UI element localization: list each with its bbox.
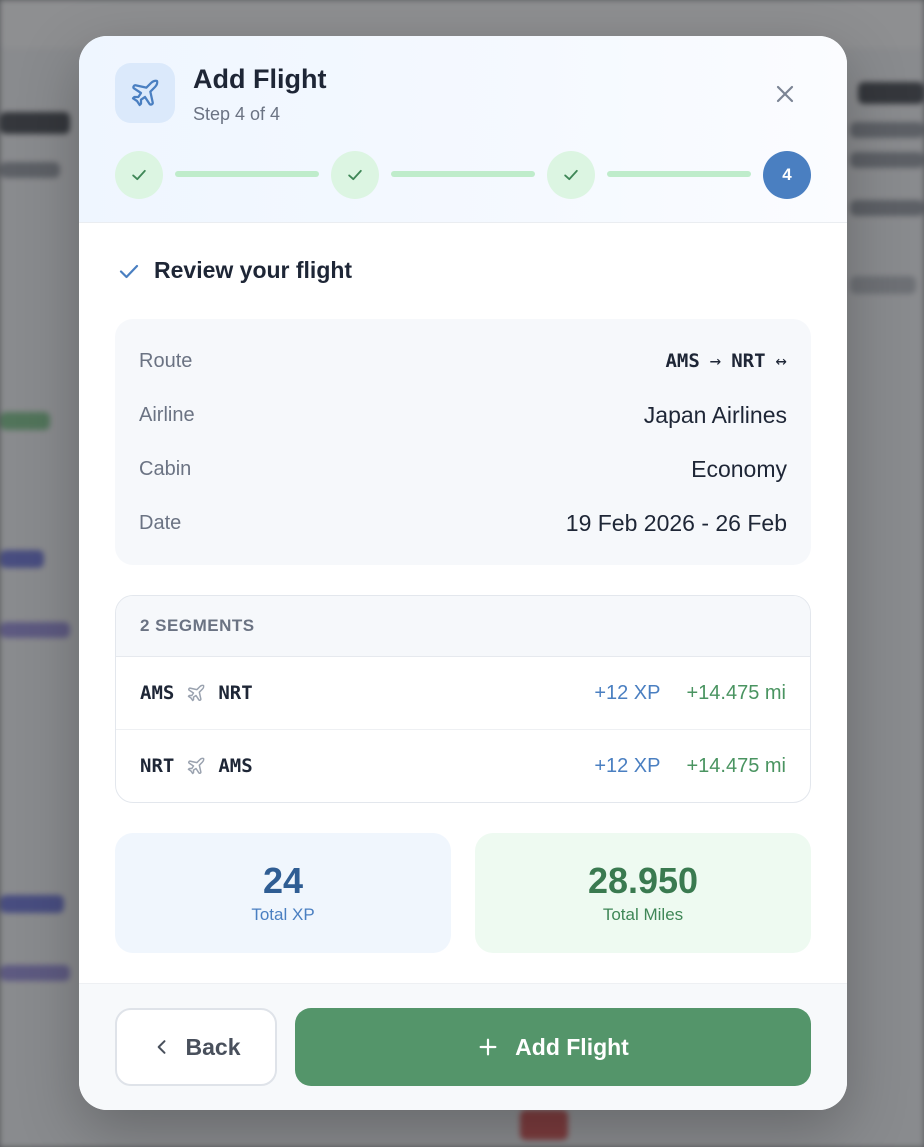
step-3-complete: [547, 151, 595, 199]
summary-row-date: Date 19 Feb 2026 - 26 Feb: [139, 508, 787, 538]
total-xp-card: 24 Total XP: [115, 833, 451, 953]
step-connector: [391, 171, 535, 177]
date-value: 19 Feb 2026 - 26 Feb: [565, 509, 787, 536]
total-miles-value: 28.950: [587, 860, 699, 901]
step-connector: [607, 171, 751, 177]
review-title: Review your flight: [154, 257, 353, 283]
segment-stats: +12 XP +14.475 mi: [594, 755, 786, 778]
step-1-complete: [115, 151, 163, 199]
add-flight-modal: Add Flight Step 4 of 4 4 Review your fli…: [79, 36, 847, 1110]
modal-header: Add Flight Step 4 of 4 4: [79, 36, 847, 223]
segment-from: AMS: [140, 682, 175, 704]
segment-miles: +14.475 mi: [686, 754, 786, 777]
segment-to: NRT: [218, 682, 253, 704]
chevron-left-icon: [157, 1040, 165, 1054]
add-flight-button-label: Add Flight: [515, 1033, 629, 1060]
check-icon: [117, 259, 141, 288]
plane-connection-icon: [188, 684, 205, 702]
summary-row-airline: Airline Japan Airlines: [139, 400, 787, 430]
airline-value: Japan Airlines: [643, 401, 787, 428]
plane-icon: [115, 63, 175, 123]
check-icon: [564, 169, 578, 181]
total-xp-label: Total XP: [251, 905, 315, 924]
airline-label: Airline: [139, 403, 195, 426]
check-icon: [348, 169, 362, 181]
total-miles-card: 28.950 Total Miles: [475, 833, 811, 953]
date-label: Date: [139, 511, 182, 534]
route-label: Route: [139, 349, 193, 372]
cabin-value: Economy: [691, 455, 787, 482]
plane-connection-icon: [188, 757, 205, 775]
summary-row-route: Route AMS → NRT ↔: [139, 346, 787, 376]
segment-to: AMS: [218, 755, 253, 777]
route-to: NRT: [731, 350, 766, 372]
segment-miles: +14.475 mi: [686, 681, 786, 704]
total-miles-label: Total Miles: [602, 905, 684, 924]
arrow-right-icon: →: [709, 350, 722, 372]
segment-route: AMS NRT: [140, 682, 253, 704]
add-flight-button[interactable]: Add Flight: [295, 1008, 811, 1086]
segment-from: NRT: [140, 755, 175, 777]
plus-icon: [479, 1038, 497, 1056]
step-2-complete: [331, 151, 379, 199]
roundtrip-icon: ↔: [775, 350, 787, 372]
back-button[interactable]: Back: [115, 1008, 277, 1086]
route-value: AMS → NRT ↔: [665, 350, 787, 372]
step-connector: [175, 171, 319, 177]
total-xp-value: 24: [262, 860, 304, 901]
cabin-label: Cabin: [139, 457, 192, 480]
segments-card: 2 SEGMENTS AMS NRT +12 XP +14.475 mi NRT…: [115, 595, 811, 803]
modal-title: Add Flight: [193, 64, 327, 94]
modal-footer: Back Add Flight: [79, 983, 847, 1110]
segments-heading: 2 SEGMENTS: [116, 596, 810, 657]
route-from: AMS: [665, 350, 700, 372]
segment-route: NRT AMS: [140, 755, 253, 777]
segment-xp: +12 XP: [594, 754, 661, 777]
flight-summary-card: Route AMS → NRT ↔ Airline Japan Airlines…: [115, 319, 811, 565]
step-4-current: 4: [763, 151, 811, 199]
segment-xp: +12 XP: [594, 681, 661, 704]
close-button[interactable]: [767, 76, 803, 112]
segment-row: AMS NRT +12 XP +14.475 mi: [116, 657, 810, 729]
segment-stats: +12 XP +14.475 mi: [594, 682, 786, 705]
segment-row: NRT AMS +12 XP +14.475 mi: [116, 729, 810, 802]
close-icon: [776, 85, 794, 103]
step-indicator-text: Step 4 of 4: [193, 104, 281, 124]
summary-row-cabin: Cabin Economy: [139, 454, 787, 484]
check-icon: [132, 169, 146, 181]
back-button-label: Back: [185, 1033, 241, 1060]
